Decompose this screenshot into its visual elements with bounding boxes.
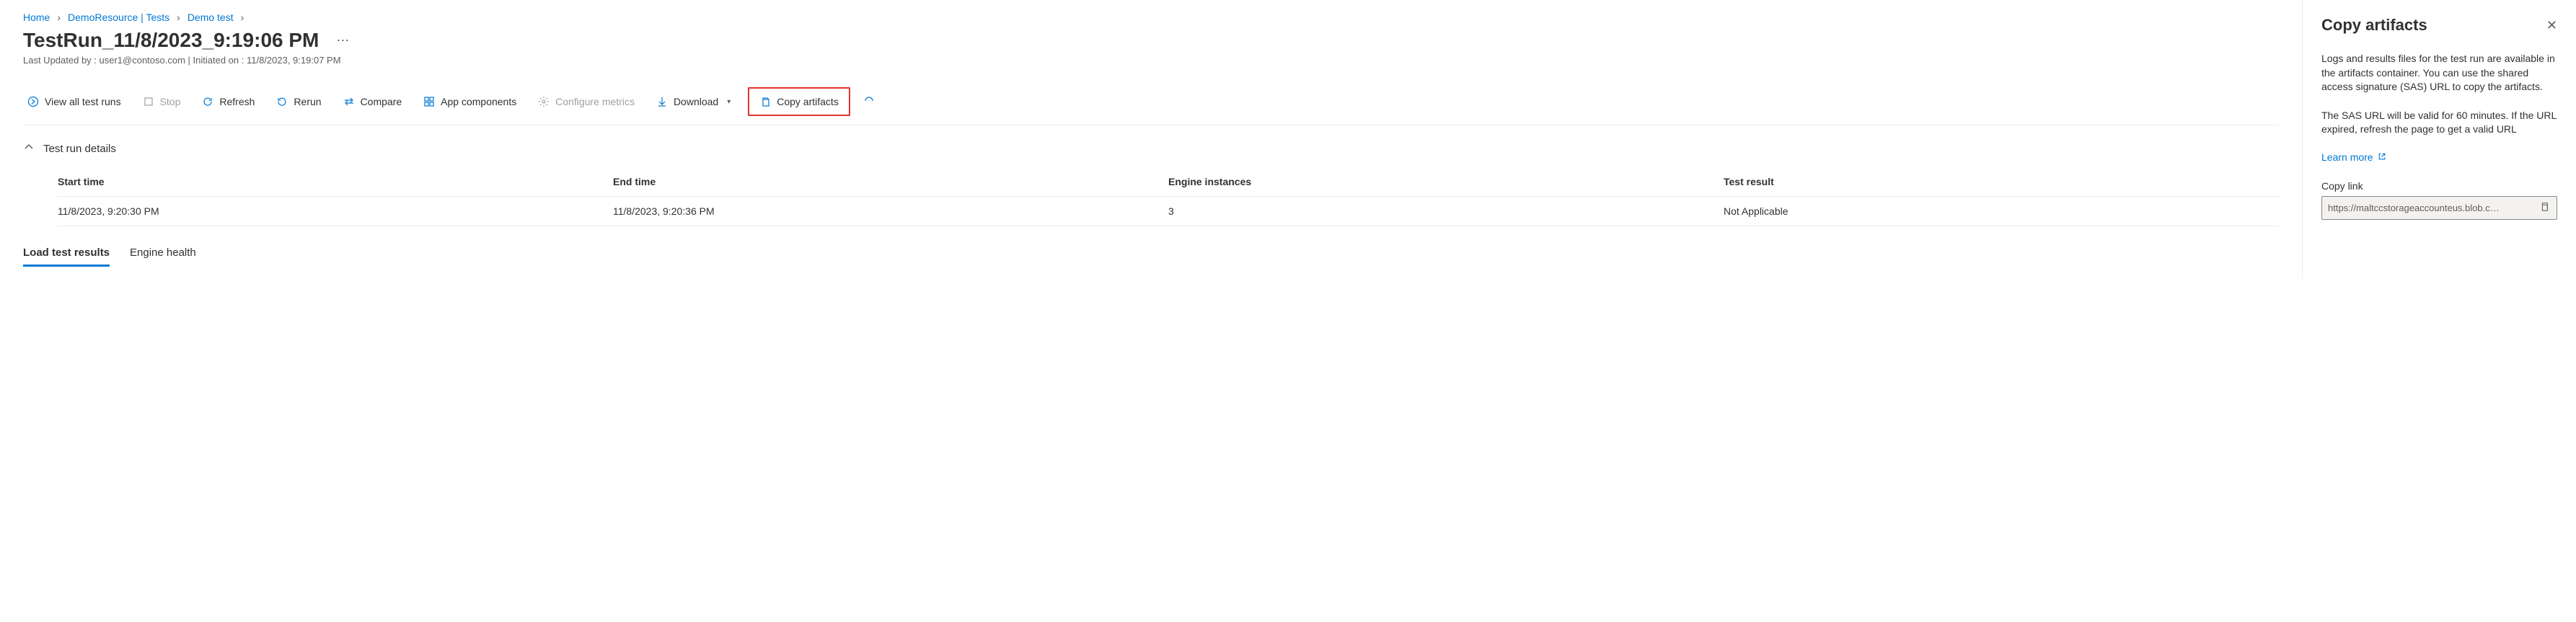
- button-label: Compare: [361, 96, 402, 107]
- copy-link-label: Copy link: [2321, 180, 2557, 192]
- close-icon: ✕: [2546, 18, 2557, 32]
- page-subtitle: Last Updated by : user1@contoso.com | In…: [23, 55, 2279, 66]
- compare-icon: [343, 96, 355, 107]
- chevron-right-icon: ›: [241, 12, 244, 23]
- download-icon: [656, 96, 668, 107]
- tab-load-test-results[interactable]: Load test results: [23, 246, 110, 267]
- panel-description-2: The SAS URL will be valid for 60 minutes…: [2321, 109, 2557, 137]
- details-table: Start time End time Engine instances Tes…: [58, 167, 2279, 226]
- copy-artifacts-button[interactable]: Copy artifacts: [748, 87, 850, 116]
- toolbar: View all test runs Stop Refresh Rerun Co: [23, 79, 2279, 125]
- rerun-button[interactable]: Rerun: [272, 93, 325, 110]
- stop-icon: [143, 96, 154, 107]
- col-test-result: Test result: [1724, 167, 2279, 196]
- button-label: App components: [441, 96, 516, 107]
- button-label: Rerun: [294, 96, 321, 107]
- app-components-button[interactable]: App components: [419, 93, 521, 110]
- breadcrumb: Home › DemoResource | Tests › Demo test …: [23, 12, 2279, 23]
- button-label: Download: [674, 96, 718, 107]
- copy-icon: [2539, 203, 2549, 214]
- panel-title: Copy artifacts: [2321, 16, 2427, 35]
- copy-icon: [759, 96, 771, 107]
- button-label: Configure metrics: [555, 96, 635, 107]
- chevron-right-icon: ›: [177, 12, 180, 23]
- chevron-up-icon: [23, 141, 35, 156]
- tabs: Load test results Engine health: [23, 246, 2279, 267]
- external-link-icon: [2378, 151, 2386, 163]
- main-content: Home › DemoResource | Tests › Demo test …: [0, 0, 2302, 278]
- cell-end-time: 11/8/2023, 9:20:36 PM: [613, 197, 1168, 226]
- arrow-right-circle-icon: [27, 96, 39, 107]
- cell-test-result: Not Applicable: [1724, 197, 2279, 226]
- rerun-icon: [276, 96, 288, 107]
- tab-engine-health[interactable]: Engine health: [130, 246, 196, 267]
- section-title: Test run details: [43, 143, 116, 155]
- col-engine-instances: Engine instances: [1168, 167, 1724, 196]
- copy-link-input[interactable]: [2328, 203, 2538, 213]
- breadcrumb-resource[interactable]: DemoResource | Tests: [68, 12, 169, 23]
- button-label: Copy artifacts: [777, 96, 839, 107]
- grid-icon: [423, 96, 435, 107]
- breadcrumb-test[interactable]: Demo test: [188, 12, 234, 23]
- overflow-icon[interactable]: [863, 95, 875, 109]
- gear-icon: [538, 96, 550, 107]
- compare-button[interactable]: Compare: [339, 93, 407, 110]
- col-end-time: End time: [613, 167, 1168, 196]
- cell-start-time: 11/8/2023, 9:20:30 PM: [58, 197, 613, 226]
- refresh-icon: [202, 96, 213, 107]
- copy-artifacts-panel: Copy artifacts ✕ Logs and results files …: [2302, 0, 2576, 278]
- download-button[interactable]: Download ▾: [652, 93, 735, 110]
- close-button[interactable]: ✕: [2546, 18, 2557, 33]
- cell-engine-instances: 3: [1168, 197, 1724, 226]
- page-title: TestRun_11/8/2023_9:19:06 PM: [23, 29, 319, 52]
- chevron-right-icon: ›: [57, 12, 61, 23]
- button-label: Stop: [160, 96, 181, 107]
- button-label: Refresh: [219, 96, 255, 107]
- button-label: View all test runs: [45, 96, 121, 107]
- chevron-down-icon: ▾: [727, 98, 731, 106]
- learn-more-link[interactable]: Learn more: [2321, 151, 2386, 163]
- link-label: Learn more: [2321, 151, 2373, 163]
- table-header-row: Start time End time Engine instances Tes…: [58, 167, 2279, 197]
- view-all-test-runs-button[interactable]: View all test runs: [23, 93, 125, 110]
- stop-button: Stop: [138, 93, 185, 110]
- copy-link-button[interactable]: [2538, 200, 2551, 216]
- panel-description-1: Logs and results files for the test run …: [2321, 52, 2557, 94]
- table-row: 11/8/2023, 9:20:30 PM 11/8/2023, 9:20:36…: [58, 197, 2279, 226]
- refresh-button[interactable]: Refresh: [198, 93, 259, 110]
- col-start-time: Start time: [58, 167, 613, 196]
- copy-link-box: [2321, 196, 2557, 220]
- panel-header: Copy artifacts ✕: [2321, 16, 2557, 35]
- more-actions-button[interactable]: ⋯: [330, 30, 355, 51]
- test-run-details-toggle[interactable]: Test run details: [23, 141, 2279, 156]
- breadcrumb-home[interactable]: Home: [23, 12, 50, 23]
- page-title-row: TestRun_11/8/2023_9:19:06 PM ⋯: [23, 29, 2279, 52]
- configure-metrics-button: Configure metrics: [534, 93, 639, 110]
